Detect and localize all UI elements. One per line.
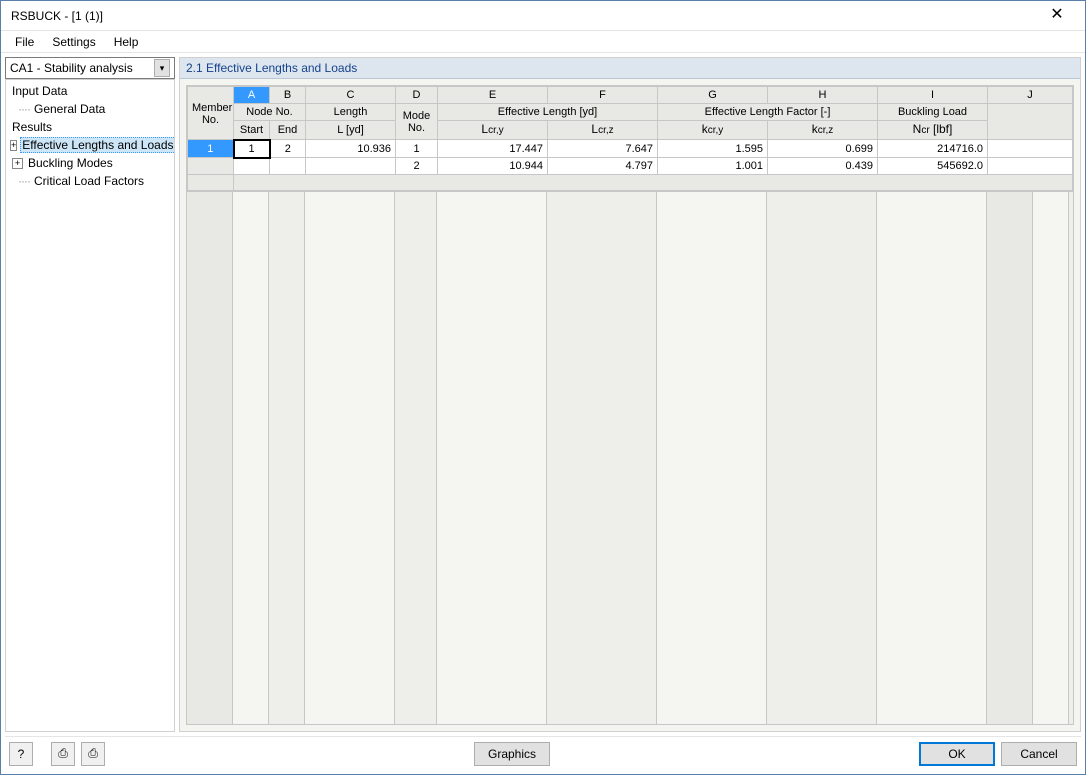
cell[interactable] [306, 158, 396, 175]
tree-general-data[interactable]: ···· General Data [6, 100, 174, 118]
cell[interactable] [988, 158, 1073, 175]
col-member-no[interactable]: MemberNo. [188, 87, 234, 140]
nav-tree: Input Data ···· General Data Results + E… [5, 79, 175, 732]
col-node-no[interactable]: Node No. [234, 104, 306, 121]
help-icon: ? [18, 747, 25, 761]
col-letter-a[interactable]: A [234, 87, 270, 104]
bottom-bar: ? ⎙ ⎙ Graphics OK Cancel [5, 736, 1081, 770]
cell[interactable]: 2 [396, 158, 438, 175]
col-letter-d[interactable]: D [396, 87, 438, 104]
tree-buckling-modes[interactable]: + Buckling Modes [6, 154, 174, 172]
row-header[interactable] [188, 175, 234, 191]
cell[interactable] [270, 158, 306, 175]
right-pane: 2.1 Effective Lengths and Loads MemberNo… [179, 57, 1081, 732]
col-buckling-load[interactable]: Buckling Load [878, 104, 988, 121]
col-eff-length[interactable]: Effective Length [yd] [438, 104, 658, 121]
cell[interactable]: 1.595 [658, 140, 768, 158]
cell[interactable]: 10.944 [438, 158, 548, 175]
tree-effective-lengths[interactable]: + Effective Lengths and Loads [6, 136, 174, 154]
cell[interactable]: 4.797 [548, 158, 658, 175]
cell[interactable]: 7.647 [548, 140, 658, 158]
grid-empty-area [187, 191, 1073, 724]
cell[interactable]: 1 [234, 140, 270, 158]
col-letter-g[interactable]: G [658, 87, 768, 104]
row-header[interactable] [188, 158, 234, 175]
client-area: CA1 - Stability analysis ▾ Input Data ··… [1, 53, 1085, 774]
close-button[interactable]: ✕ [1037, 2, 1077, 30]
cell[interactable] [234, 158, 270, 175]
row-header[interactable]: 1 [188, 140, 234, 158]
cancel-button[interactable]: Cancel [1001, 742, 1077, 766]
grid-table: MemberNo. A B C D E F G H I J [187, 86, 1073, 191]
expand-icon[interactable]: + [10, 140, 17, 151]
col-length[interactable]: Length [306, 104, 396, 121]
pane-title: 2.1 Effective Lengths and Loads [180, 58, 1080, 79]
table-row[interactable]: 1 1 2 10.936 1 17.447 7.647 1.595 0.699 … [188, 140, 1073, 158]
ok-button[interactable]: OK [919, 742, 995, 766]
table-row[interactable]: 2 10.944 4.797 1.001 0.439 545692.0 [188, 158, 1073, 175]
col-lyd[interactable]: L [yd] [306, 121, 396, 140]
col-kcry[interactable]: kcr,y [658, 121, 768, 140]
tree-critical-load-factors[interactable]: ···· Critical Load Factors [6, 172, 174, 190]
chevron-down-icon[interactable]: ▾ [154, 59, 170, 77]
printer-icon: ⎙ [88, 746, 98, 761]
titlebar: RSBUCK - [1 (1)] ✕ [1, 1, 1085, 31]
cell[interactable]: 0.439 [768, 158, 878, 175]
graphics-button[interactable]: Graphics [474, 742, 550, 766]
tree-results[interactable]: Results [6, 118, 174, 136]
left-pane: CA1 - Stability analysis ▾ Input Data ··… [5, 57, 175, 732]
window-title: RSBUCK - [1 (1)] [9, 9, 1037, 23]
help-button[interactable]: ? [9, 742, 33, 766]
col-letter-c[interactable]: C [306, 87, 396, 104]
col-kcrz[interactable]: kcr,z [768, 121, 878, 140]
app-window: RSBUCK - [1 (1)] ✕ File Settings Help CA… [0, 0, 1086, 775]
printer-icon: ⎙ [58, 746, 68, 761]
cell[interactable]: 2 [270, 140, 306, 158]
col-letter-b[interactable]: B [270, 87, 306, 104]
cell[interactable]: 10.936 [306, 140, 396, 158]
col-ncr[interactable]: Ncr [lbf] [878, 121, 988, 140]
col-letter-e[interactable]: E [438, 87, 548, 104]
col-lcrz[interactable]: Lcr,z [548, 121, 658, 140]
col-letter-f[interactable]: F [548, 87, 658, 104]
menubar: File Settings Help [1, 31, 1085, 53]
col-letter-i[interactable]: I [878, 87, 988, 104]
print-button-2[interactable]: ⎙ [81, 742, 105, 766]
col-mode-no[interactable]: ModeNo. [396, 104, 438, 140]
col-letter-h[interactable]: H [768, 87, 878, 104]
data-grid[interactable]: MemberNo. A B C D E F G H I J [186, 85, 1074, 725]
cell[interactable] [234, 175, 1073, 191]
col-eff-factor[interactable]: Effective Length Factor [-] [658, 104, 878, 121]
col-letter-j[interactable]: J [988, 87, 1073, 104]
col-j-empty[interactable] [988, 104, 1073, 140]
cell[interactable]: 1.001 [658, 158, 768, 175]
cell[interactable]: 214716.0 [878, 140, 988, 158]
table-row[interactable] [188, 175, 1073, 191]
cell[interactable]: 1 [396, 140, 438, 158]
case-combo[interactable]: CA1 - Stability analysis ▾ [5, 57, 175, 79]
menu-settings[interactable]: Settings [44, 33, 103, 51]
menu-help[interactable]: Help [106, 33, 147, 51]
col-end[interactable]: End [270, 121, 306, 140]
col-start[interactable]: Start [234, 121, 270, 140]
upper-area: CA1 - Stability analysis ▾ Input Data ··… [5, 57, 1081, 732]
expand-icon[interactable]: + [12, 158, 23, 169]
col-lcry[interactable]: Lcr,y [438, 121, 548, 140]
cell[interactable]: 545692.0 [878, 158, 988, 175]
print-button-1[interactable]: ⎙ [51, 742, 75, 766]
cell[interactable] [988, 140, 1073, 158]
menu-file[interactable]: File [7, 33, 42, 51]
case-combo-text: CA1 - Stability analysis [10, 61, 154, 75]
cell[interactable]: 0.699 [768, 140, 878, 158]
tree-input-data[interactable]: Input Data [6, 82, 174, 100]
cell[interactable]: 17.447 [438, 140, 548, 158]
